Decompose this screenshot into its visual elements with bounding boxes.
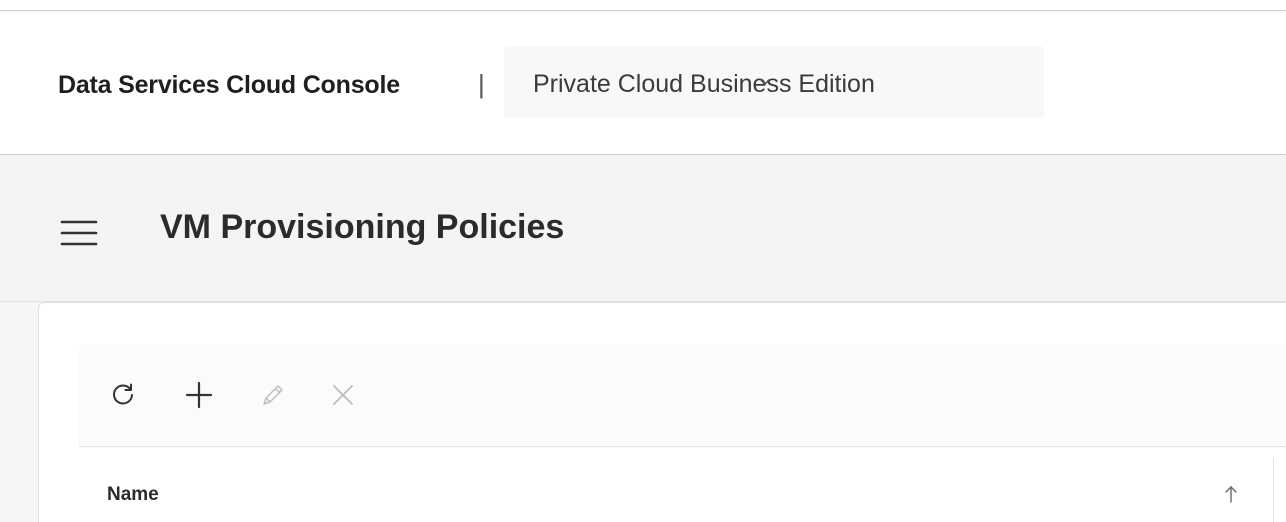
brand-name: Data Services Cloud Console <box>58 71 400 99</box>
grid-toolbar <box>79 345 1286 447</box>
top-strip <box>0 0 1286 11</box>
close-icon <box>333 385 353 405</box>
page-title: VM Provisioning Policies <box>160 208 565 246</box>
edit-button[interactable] <box>255 377 291 413</box>
pencil-icon <box>263 385 283 405</box>
chevron-down-icon <box>760 79 770 85</box>
refresh-button[interactable] <box>105 377 141 413</box>
page: Data Services Cloud Console | Private Cl… <box>0 0 1286 522</box>
column-divider <box>1273 458 1274 522</box>
delete-button[interactable] <box>325 377 361 413</box>
menu-icon[interactable] <box>60 218 98 248</box>
table-header: Name <box>79 448 1286 522</box>
app-header: Data Services Cloud Console | Private Cl… <box>0 12 1286 155</box>
column-header-name[interactable]: Name <box>107 484 159 506</box>
content-card: Name <box>38 302 1286 522</box>
app-switcher[interactable]: Private Cloud Business Edition <box>504 46 1044 118</box>
refresh-icon <box>113 383 133 405</box>
title-bar: VM Provisioning Policies <box>0 156 1286 302</box>
app-switcher-label: Private Cloud Business Edition <box>533 70 875 98</box>
add-button[interactable] <box>181 377 217 413</box>
policies-grid: Name <box>79 345 1286 522</box>
plus-icon <box>185 381 213 409</box>
brand-separator: | <box>478 69 485 99</box>
arrow-up-icon[interactable] <box>1223 484 1239 504</box>
